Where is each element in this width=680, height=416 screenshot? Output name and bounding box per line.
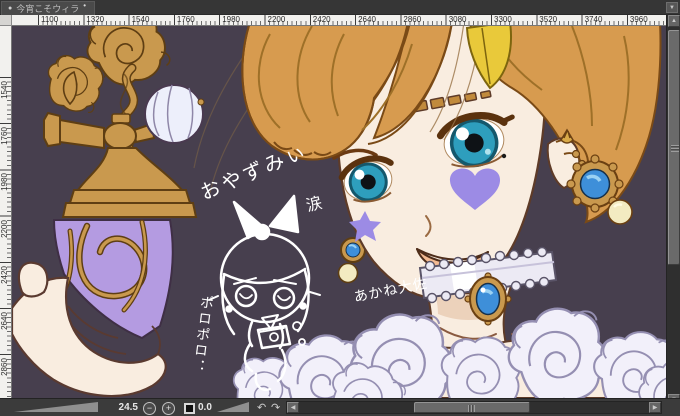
ruler-label: 3300 [494, 15, 512, 24]
ruler-label: 2200 [267, 15, 286, 24]
ruler-label: 1540 [0, 81, 9, 99]
canvas-viewport[interactable]: おやずみぃ 涙 ポロポロ： あかね大佐 [12, 26, 666, 398]
zoom-in-button[interactable]: + [162, 402, 175, 415]
ruler-label: 3520 [539, 15, 558, 24]
app-window: ● 今宵こそウィラ • ▼ 1100 1320 1540 1760 1980 2200 24… [0, 0, 680, 416]
rotate-ccw-button[interactable]: ↶ [257, 401, 266, 414]
ruler-label: 1760 [0, 127, 9, 146]
vertical-ruler: 15401760198022002420264028603080 [0, 26, 12, 416]
tab-modified-indicator: • [83, 0, 87, 10]
ruler-label: 3960 [629, 15, 648, 24]
tab-status-icon: ● [8, 5, 13, 12]
document-tab[interactable]: ● 今宵こそウィラ • [1, 0, 96, 15]
vertical-scrollbar-thumb[interactable] [668, 30, 680, 265]
zoom-reset-button[interactable] [184, 403, 195, 414]
ruler-label: 3080 [448, 15, 467, 24]
thumb-grip [671, 145, 679, 152]
ruler-label: 1980 [0, 173, 9, 192]
status-bar: 24.5 − + 0.0 ↶ ↷ ☼ ◀ ▶ [0, 398, 680, 416]
ruler-corner [0, 15, 12, 26]
ruler-label: 1320 [86, 15, 105, 24]
scroll-right-button[interactable]: ▶ [649, 402, 661, 413]
ruler-label: 1100 [41, 15, 59, 24]
arrow-left-icon: ◀ [290, 405, 296, 411]
thumb-grip [468, 405, 475, 412]
ruler-label: 2420 [312, 15, 331, 24]
zoom-slider[interactable] [14, 402, 98, 412]
zoom-value: 24.5 [118, 402, 138, 413]
ruler-label: 2860 [0, 358, 9, 377]
ruler-label: 2200 [0, 219, 9, 238]
scroll-up-button[interactable]: ▲ [668, 15, 680, 27]
rotate-cw-button[interactable]: ↷ [271, 401, 280, 414]
view-menu-button[interactable]: ▼ [666, 2, 678, 13]
horizontal-scrollbar[interactable]: ◀ ▶ [286, 401, 662, 414]
vertical-scrollbar[interactable]: ▲ ▼ [666, 15, 680, 408]
arrow-up-icon: ▲ [671, 18, 677, 24]
arrow-right-icon: ▶ [652, 405, 658, 411]
minus-icon: − [146, 403, 153, 413]
ruler-label: 1980 [222, 15, 240, 24]
ruler-label: 2420 [0, 265, 9, 284]
ruler-label: 1760 [176, 15, 195, 24]
scroll-left-button[interactable]: ◀ [287, 402, 299, 413]
ruler-label: 1540 [131, 15, 150, 24]
chevron-down-icon: ▼ [669, 5, 675, 11]
ruler-label: 2860 [403, 15, 422, 24]
ruler-label: 3740 [584, 15, 603, 24]
ruler-label: 2640 [0, 312, 9, 330]
beauty-mark [501, 153, 507, 159]
horizontal-scrollbar-thumb[interactable] [414, 402, 530, 413]
plus-icon: + [165, 403, 172, 413]
ruler-label: 2640 [358, 15, 376, 24]
artwork [12, 26, 666, 398]
tab-title: 今宵こそウィラ [16, 4, 80, 14]
title-bar: ● 今宵こそウィラ • ▼ [0, 0, 680, 15]
horizontal-ruler: 1100 1320 1540 1760 1980 2200 2420 2640 2860 3080… [12, 15, 666, 26]
zoom-out-button[interactable]: − [143, 402, 156, 415]
